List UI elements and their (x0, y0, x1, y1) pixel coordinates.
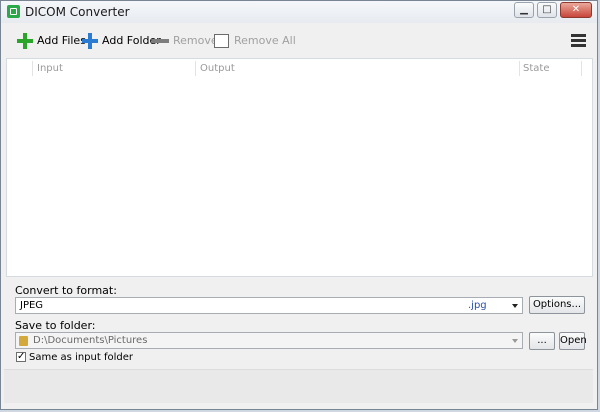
column-separator (519, 61, 520, 76)
folder-select[interactable]: D:\Documents\Pictures (15, 332, 523, 349)
folder-icon (19, 336, 28, 346)
remove-all-button[interactable]: Remove All (214, 24, 296, 58)
remove-label: Remove (173, 34, 218, 47)
remove-all-label: Remove All (234, 34, 296, 47)
open-button[interactable]: Open (559, 332, 587, 350)
app-window: DICOM Converter ▁ □ ✕ Add Files Add Fold… (0, 0, 598, 410)
status-bar (4, 369, 593, 403)
browse-button[interactable]: ... (529, 332, 555, 350)
plus-icon (82, 33, 98, 49)
same-as-input-checkbox[interactable]: ✓ (16, 352, 26, 362)
minus-icon (152, 39, 169, 43)
add-folder-button[interactable]: Add Folder (82, 24, 161, 58)
column-separator (195, 61, 196, 76)
minimize-button[interactable]: ▁ (514, 2, 534, 18)
chevron-down-icon (512, 304, 518, 308)
menu-icon[interactable] (571, 34, 586, 47)
remove-button[interactable]: Remove (152, 24, 218, 58)
format-extension: .jpg (468, 300, 487, 311)
save-folder-label: Save to folder: (15, 319, 96, 332)
file-list[interactable]: Input Output State (6, 58, 593, 277)
column-separator (32, 61, 33, 76)
app-icon (7, 5, 20, 18)
convert-format-label: Convert to format: (15, 284, 117, 297)
column-header-state[interactable]: State (523, 63, 549, 74)
column-separator (581, 61, 582, 76)
toolbar: Add Files Add Folder Remove Remove All (1, 24, 597, 58)
square-icon (214, 34, 229, 48)
title-bar: DICOM Converter ▁ □ ✕ (1, 1, 597, 23)
column-header-output[interactable]: Output (200, 63, 235, 74)
format-select[interactable]: JPEG .jpg (15, 297, 523, 314)
window-title: DICOM Converter (25, 5, 130, 19)
chevron-down-icon (512, 339, 518, 343)
format-value: JPEG (20, 300, 44, 311)
options-button[interactable]: Options... (529, 296, 585, 314)
column-header-input[interactable]: Input (37, 63, 63, 74)
folder-value: D:\Documents\Pictures (33, 335, 148, 346)
same-as-input-label: Same as input folder (29, 352, 133, 363)
maximize-button[interactable]: □ (537, 2, 557, 18)
plus-icon (17, 33, 33, 49)
close-button[interactable]: ✕ (560, 2, 592, 18)
add-files-button[interactable]: Add Files (17, 24, 86, 58)
add-files-label: Add Files (37, 34, 86, 47)
